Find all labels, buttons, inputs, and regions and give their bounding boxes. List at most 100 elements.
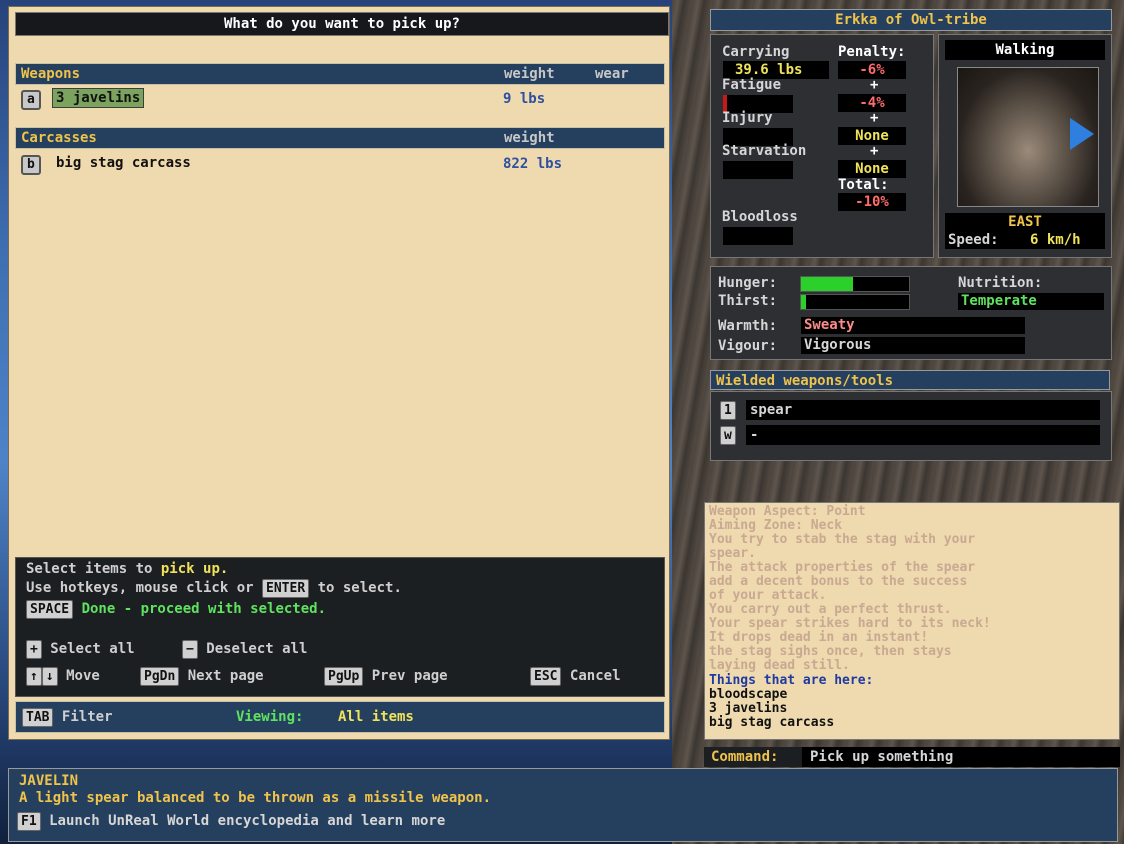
next-page-label: Next page	[187, 668, 264, 684]
wielded-title: Wielded weapons/tools	[710, 370, 1110, 390]
help-line-1: Select items to pick up.	[26, 561, 228, 577]
nutrition-label: Nutrition:	[958, 275, 1043, 291]
category-name: Carcasses	[21, 130, 97, 146]
deselect-all-control[interactable]: − Deselect all	[182, 640, 307, 659]
log-line: The attack properties of the spear	[709, 560, 976, 575]
hotkey-a[interactable]: a	[21, 90, 41, 110]
esc-key-button[interactable]: ESC	[530, 667, 562, 686]
thing-item: bloodscape	[709, 687, 788, 702]
log-line: Weapon Aspect: Point	[709, 504, 866, 519]
command-bar: Command: Pick up something	[704, 747, 1120, 767]
log-line: laying dead still.	[709, 658, 850, 673]
thirst-fill	[801, 295, 807, 309]
log-line: It drops dead in an instant!	[709, 630, 929, 645]
info-title: JAVELIN	[19, 773, 79, 789]
hotkey-1[interactable]: 1	[720, 401, 736, 420]
things-header: Things that are here:	[709, 673, 874, 688]
log-line: the stag sighs once, then stays	[709, 644, 952, 659]
log-line: Your spear strikes hard to its neck!	[709, 616, 991, 631]
hotkey-b[interactable]: b	[21, 155, 41, 175]
item-weight: 9 lbs	[503, 91, 546, 107]
bloodloss-bar	[723, 227, 793, 245]
direction-arrow-icon	[1070, 118, 1094, 150]
help-line-3: SPACE Done - proceed with selected.	[26, 600, 326, 619]
item-name[interactable]: big stag carcass	[53, 154, 194, 172]
item-name[interactable]: 3 javelins	[51, 88, 145, 108]
character-name: Erkka of Owl-tribe	[710, 9, 1112, 31]
wielded-value: -	[746, 425, 1100, 445]
warmth-label: Warmth:	[718, 318, 778, 334]
starvation-label: Starvation	[722, 143, 807, 159]
move-control[interactable]: ↑ ↓ Move	[26, 667, 100, 686]
deselect-all-label: Deselect all	[206, 641, 308, 657]
filter-control[interactable]: TAB Filter	[22, 702, 113, 732]
arrow-down-icon[interactable]: ↓	[41, 667, 58, 686]
pickup-title: What do you want to pick up?	[15, 12, 669, 36]
cancel-control[interactable]: ESC Cancel	[530, 667, 621, 686]
category-name: Weapons	[21, 66, 81, 82]
fatigue-label: Fatigue	[722, 77, 782, 93]
log-line: Aiming Zone: Neck	[709, 518, 843, 533]
warmth-value: Sweaty	[801, 317, 1025, 334]
item-row-carcass[interactable]: b big stag carcass 822 lbs	[21, 152, 651, 176]
help-box: Select items to pick up. Use hotkeys, mo…	[15, 557, 665, 697]
hunger-bar	[800, 276, 910, 292]
viewing-label: Viewing:	[236, 709, 304, 725]
tab-key-button[interactable]: TAB	[22, 708, 54, 727]
plus-sign: +	[870, 110, 879, 126]
help-highlight: pick up.	[160, 561, 229, 577]
help-text: Select items to	[26, 561, 153, 577]
next-page-control[interactable]: PgDn Next page	[140, 667, 264, 686]
help-line-2: Use hotkeys, mouse click or ENTER to sel…	[26, 579, 402, 598]
bloodloss-label: Bloodloss	[722, 209, 798, 225]
nutrition-value: Temperate	[958, 293, 1104, 310]
filter-bar: TAB Filter Viewing: All items	[15, 701, 665, 733]
viewing-value: All items	[338, 709, 414, 725]
space-key-button[interactable]: SPACE	[26, 600, 74, 619]
encyclopedia-control[interactable]: F1 Launch UnReal World encyclopedia and …	[17, 812, 445, 831]
arrow-up-icon[interactable]: ↑	[26, 667, 42, 686]
thirst-label: Thirst:	[718, 293, 778, 309]
done-text: Done - proceed with selected.	[81, 601, 327, 617]
prev-page-label: Prev page	[371, 668, 448, 684]
plus-sign: +	[870, 143, 879, 159]
hotkey-w[interactable]: w	[720, 426, 736, 445]
command-value: Pick up something	[802, 747, 1120, 767]
move-label: Move	[66, 668, 100, 684]
speed-value: 6 km/h	[1030, 232, 1081, 248]
log-line: You try to stab the stag with your	[709, 532, 976, 547]
pgup-key-button[interactable]: PgUp	[324, 667, 364, 686]
select-all-control[interactable]: + Select all	[26, 640, 135, 659]
carrying-label: Carrying	[722, 44, 790, 60]
enter-key-button[interactable]: ENTER	[262, 579, 310, 598]
pickup-panel: What do you want to pick up? Weapons wei…	[8, 6, 670, 740]
pgdn-key-button[interactable]: PgDn	[140, 667, 180, 686]
prev-page-control[interactable]: PgUp Prev page	[324, 667, 448, 686]
item-row-javelins[interactable]: a 3 javelins 9 lbs	[21, 87, 651, 111]
speed-label: Speed:	[948, 232, 999, 248]
log-line: add a decent bonus to the success	[709, 574, 968, 589]
f1-key-button[interactable]: F1	[17, 812, 41, 831]
message-log: Weapon Aspect: Point Aiming Zone: Neck Y…	[704, 502, 1120, 740]
vigour-label: Vigour:	[718, 338, 778, 354]
info-description: A light spear balanced to be thrown as a…	[19, 790, 492, 806]
command-label: Command:	[711, 749, 779, 765]
cancel-label: Cancel	[569, 668, 621, 684]
thing-item: 3 javelins	[709, 701, 788, 716]
minus-key-button[interactable]: −	[182, 640, 198, 659]
column-weight: weight	[504, 66, 555, 82]
movement-mode[interactable]: Walking	[945, 40, 1105, 60]
direction-label: EAST	[945, 213, 1105, 231]
starvation-bar	[723, 161, 793, 179]
column-weight: weight	[504, 130, 555, 146]
penalty-label: Penalty:	[838, 44, 906, 60]
penalty-total: -10%	[838, 193, 906, 211]
thirst-bar	[800, 294, 910, 310]
encyclopedia-label: Launch UnReal World encyclopedia and lea…	[49, 813, 446, 829]
thing-item: big stag carcass	[709, 715, 835, 730]
wielded-value: spear	[746, 400, 1100, 420]
help-text: Use hotkeys, mouse click or	[26, 580, 254, 596]
plus-key-button[interactable]: +	[26, 640, 42, 659]
hunger-label: Hunger:	[718, 275, 778, 291]
log-line: You carry out a perfect thrust.	[709, 602, 952, 617]
